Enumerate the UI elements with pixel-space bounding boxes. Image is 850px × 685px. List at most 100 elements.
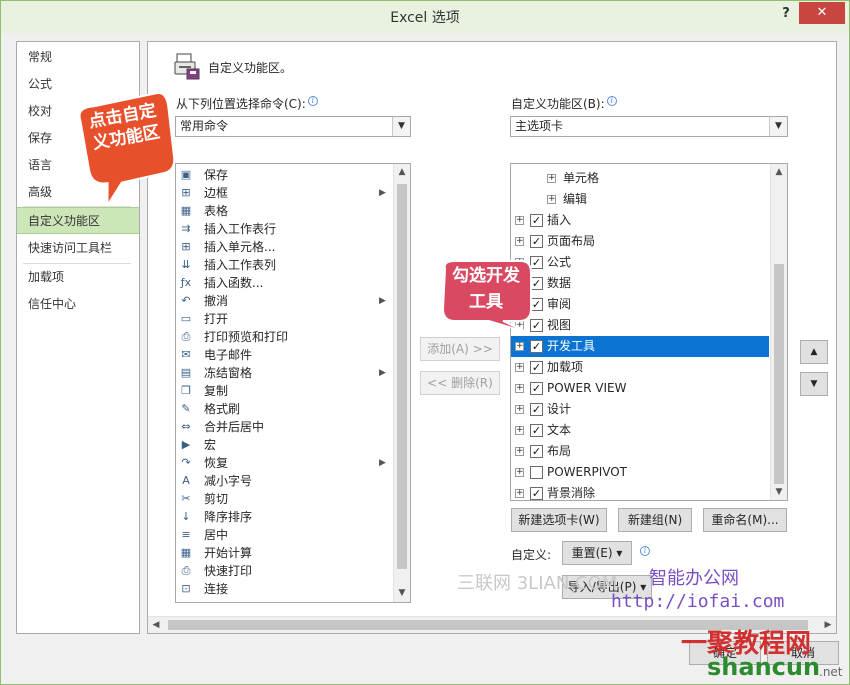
tab-checkbox[interactable]: ✓	[530, 424, 543, 437]
remove-button[interactable]: << 删除(R)	[420, 371, 500, 395]
expand-icon[interactable]: +	[515, 489, 524, 498]
command-item[interactable]: ✉ 电子邮件	[176, 346, 391, 364]
new-tab-button[interactable]: 新建选项卡(W)	[511, 508, 607, 532]
command-item[interactable]: ▦ 表格	[176, 202, 391, 220]
ribbon-tree-item[interactable]: + ✓ 文本	[511, 420, 769, 441]
command-item[interactable]: ❐ 复制	[176, 382, 391, 400]
expand-icon[interactable]: +	[515, 384, 524, 393]
expand-icon[interactable]: +	[515, 447, 524, 456]
ribbon-tree-item[interactable]: +✓审阅	[511, 294, 769, 315]
expand-icon[interactable]: +	[515, 216, 524, 225]
choose-commands-label: 从下列位置选择命令(C): i	[176, 95, 318, 112]
scroll-up-icon[interactable]: ▲	[394, 164, 410, 180]
tab-checkbox[interactable]: ✓	[530, 361, 543, 374]
ribbon-tree-item[interactable]: + 编辑	[511, 189, 769, 210]
ribbon-tabs-tree[interactable]: +单元格+编辑+✓插入+✓页面布局+✓公式+✓数据+✓审阅+✓视图+✓开发工具+…	[510, 163, 788, 501]
expand-icon[interactable]: +	[515, 363, 524, 372]
scroll-left-icon[interactable]: ◀	[148, 617, 164, 633]
command-item[interactable]: A 减小字号	[176, 472, 391, 490]
command-item[interactable]: ⎙ 快速打印	[176, 562, 391, 580]
expand-icon[interactable]: +	[515, 237, 524, 246]
command-item[interactable]: ⊞ 边框 ▶	[176, 184, 391, 202]
expand-icon[interactable]: +	[547, 195, 556, 204]
command-item[interactable]: ▤ 冻结窗格 ▶	[176, 364, 391, 382]
ribbon-tree-item[interactable]: + ✓ 布局	[511, 441, 769, 462]
commands-scrollbar[interactable]: ▲ ▼	[393, 164, 410, 602]
ribbon-tree-item[interactable]: + 单元格	[511, 168, 769, 189]
move-down-button[interactable]: ▼	[800, 372, 828, 396]
command-item[interactable]: ⊡ 连接	[176, 580, 391, 598]
command-item[interactable]: ≡ 居中	[176, 526, 391, 544]
command-label: 减小字号	[204, 474, 253, 488]
choose-commands-select[interactable]: 常用命令 ▼	[175, 116, 411, 137]
nav-item-quick-access[interactable]: 快速访问工具栏	[17, 235, 139, 262]
close-button[interactable]: ✕	[799, 2, 845, 24]
commands-list[interactable]: ▣ 保存 ⊞ 边框 ▶ ▦ 表格 ⇉ 插入工作表行 ⊞ 插入单元格... ⇊ 插入工作表列 ƒx 插入函数.…	[175, 163, 411, 603]
command-item[interactable]: ▦ 开始计算	[176, 544, 391, 562]
command-item[interactable]: ↓ 降序排序	[176, 508, 391, 526]
scroll-thumb[interactable]	[774, 264, 784, 484]
command-item[interactable]: ✂ 剪切	[176, 490, 391, 508]
scroll-thumb[interactable]	[397, 184, 407, 569]
page-title: 自定义功能区。	[208, 61, 293, 75]
nav-item-trust-center[interactable]: 信任中心	[17, 291, 139, 318]
command-item[interactable]: ⇉ 插入工作表行	[176, 220, 391, 238]
command-item[interactable]: ⎙ 打印预览和打印	[176, 328, 391, 346]
command-item[interactable]: ƒx 插入函数...	[176, 274, 391, 292]
command-item[interactable]: ▶ 宏	[176, 436, 391, 454]
command-label: 降序排序	[204, 510, 253, 524]
ribbon-tree-label: 公式	[547, 255, 572, 269]
ribbon-tree-item[interactable]: + ✓ 设计	[511, 399, 769, 420]
border-icon: ⊞	[181, 186, 191, 199]
command-label: 插入单元格...	[204, 240, 276, 254]
ribbon-tree-item[interactable]: +✓公式	[511, 252, 769, 273]
chevron-down-icon[interactable]: ▼	[392, 117, 410, 136]
expand-icon[interactable]: +	[547, 174, 556, 183]
expand-icon[interactable]: +	[515, 405, 524, 414]
rename-button[interactable]: 重命名(M)...	[703, 508, 787, 532]
tab-checkbox[interactable]	[530, 466, 543, 479]
tab-checkbox[interactable]: ✓	[530, 445, 543, 458]
reset-button[interactable]: 重置(E) ▾	[562, 541, 632, 565]
add-button[interactable]: 添加(A) >>	[420, 337, 500, 361]
scroll-up-icon[interactable]: ▲	[771, 164, 787, 180]
command-item[interactable]: ▣ 保存	[176, 166, 391, 184]
scroll-right-icon[interactable]: ▶	[820, 617, 836, 633]
ribbon-tree-scrollbar[interactable]: ▲ ▼	[770, 164, 787, 500]
tab-checkbox[interactable]: ✓	[530, 235, 543, 248]
command-item[interactable]: ⇊ 插入工作表列	[176, 256, 391, 274]
command-item[interactable]: ↷ 恢复 ▶	[176, 454, 391, 472]
expand-icon[interactable]: +	[515, 342, 524, 351]
tab-checkbox[interactable]: ✓	[530, 403, 543, 416]
chevron-down-icon[interactable]: ▼	[769, 117, 787, 136]
tab-checkbox[interactable]: ✓	[530, 340, 543, 353]
ribbon-tree-item[interactable]: + POWERPIVOT	[511, 462, 769, 483]
ribbon-tree-item[interactable]: + ✓ 加载项	[511, 357, 769, 378]
customize-ribbon-select[interactable]: 主选项卡 ▼	[510, 116, 788, 137]
expand-icon[interactable]: +	[515, 468, 524, 477]
ribbon-tree-item[interactable]: + ✓ 开发工具	[511, 336, 769, 357]
tab-checkbox[interactable]: ✓	[530, 214, 543, 227]
expand-icon[interactable]: +	[515, 426, 524, 435]
ribbon-tree-item[interactable]: + ✓ 页面布局	[511, 231, 769, 252]
ribbon-tree-item[interactable]: + ✓ 视图	[511, 315, 769, 336]
scroll-down-icon[interactable]: ▼	[771, 484, 787, 500]
tab-checkbox[interactable]: ✓	[530, 487, 543, 500]
ribbon-tree-item[interactable]: +✓数据	[511, 273, 769, 294]
move-up-button[interactable]: ▲	[800, 340, 828, 364]
ribbon-tree-item[interactable]: + ✓ POWER VIEW	[511, 378, 769, 399]
command-item[interactable]: ⊞ 插入单元格...	[176, 238, 391, 256]
nav-item-addins[interactable]: 加载项	[17, 264, 139, 291]
nav-item-general[interactable]: 常规	[17, 44, 139, 71]
tab-checkbox[interactable]: ✓	[530, 382, 543, 395]
command-item[interactable]: ✎ 格式刷	[176, 400, 391, 418]
help-button[interactable]: ?	[776, 4, 796, 24]
ribbon-tree-item[interactable]: + ✓ 背景消除	[511, 483, 769, 500]
scroll-down-icon[interactable]: ▼	[394, 585, 410, 601]
new-group-button[interactable]: 新建组(N)	[618, 508, 692, 532]
ribbon-tree-item[interactable]: + ✓ 插入	[511, 210, 769, 231]
command-item[interactable]: ↶ 撤消 ▶	[176, 292, 391, 310]
command-item[interactable]: ⇔ 合并后居中	[176, 418, 391, 436]
command-item[interactable]: ▭ 打开	[176, 310, 391, 328]
nav-item-customize-ribbon[interactable]: 自定义功能区	[17, 207, 139, 234]
